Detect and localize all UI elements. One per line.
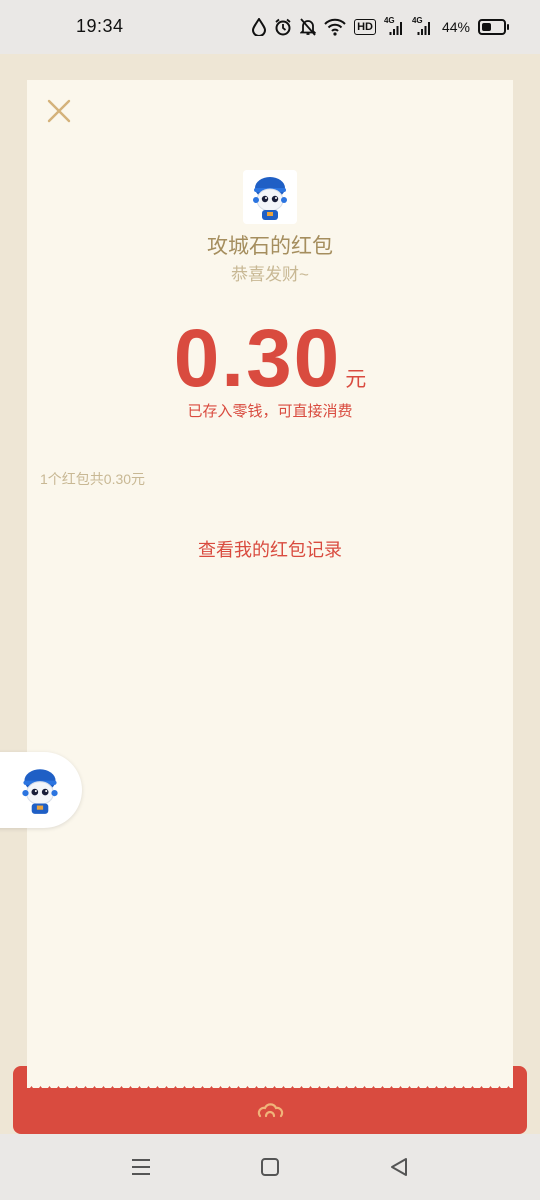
menu-button[interactable] (128, 1154, 154, 1180)
status-bar: 19:34 HD 4G 4G 44% (0, 0, 540, 54)
battery-percent: 44% (441, 19, 470, 35)
status-icons: HD 4G 4G 44% (252, 14, 509, 40)
alarm-icon (274, 18, 292, 36)
floating-mascot-button[interactable] (0, 752, 82, 828)
menu-icon (132, 1159, 150, 1175)
saved-note: 已存入零钱，可直接消费 (187, 403, 353, 420)
view-records-link[interactable]: 查看我的红包记录 (0, 536, 540, 562)
floating-mascot (12, 762, 68, 818)
status-time: 19:34 (76, 16, 124, 36)
battery-icon (478, 19, 509, 35)
home-square-icon (261, 1158, 279, 1176)
mascot-icon (22, 769, 58, 814)
mascot-icon (243, 170, 297, 224)
close-button[interactable] (44, 96, 74, 126)
signal-4g-icon: 4G (384, 16, 404, 36)
amount-unit: 元 (345, 368, 367, 391)
amount-row: 0.30 元 (0, 312, 540, 406)
water-drop-icon (252, 18, 267, 36)
cloud-ornament-icon (256, 1102, 284, 1120)
amount-value: 0.30 (173, 313, 342, 404)
sender-name: 攻城石的红包 (207, 235, 333, 258)
system-nav-bar (0, 1134, 540, 1200)
signal-4g-icon-2: 4G (412, 16, 432, 36)
close-icon (47, 99, 71, 123)
home-button[interactable] (257, 1154, 283, 1180)
packet-summary: 1个红包共0.30元 (40, 471, 146, 487)
sender-avatar (243, 170, 297, 224)
wifi-icon (324, 18, 346, 36)
bell-muted-icon (300, 18, 317, 36)
back-triangle-icon (391, 1158, 407, 1176)
back-button[interactable] (386, 1154, 412, 1180)
greeting-text: 恭喜发财~ (231, 265, 309, 284)
hd-icon: HD (354, 19, 376, 35)
red-envelope-flap (13, 1066, 527, 1134)
